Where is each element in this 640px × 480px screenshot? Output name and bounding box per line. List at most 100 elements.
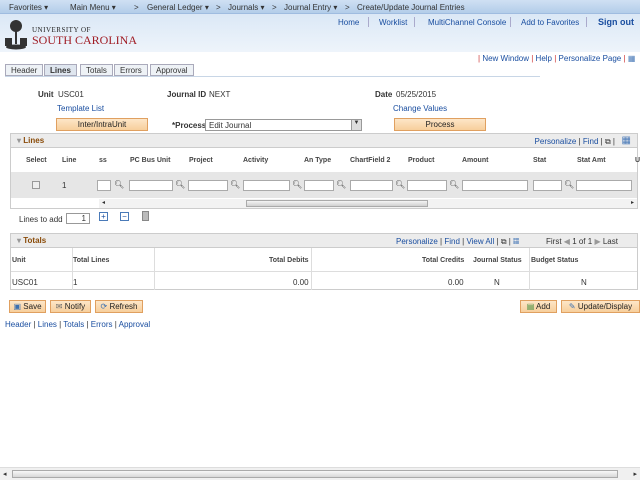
- footer-link-header[interactable]: Header: [5, 320, 31, 329]
- new-window-link[interactable]: New Window: [482, 54, 529, 63]
- select-checkbox[interactable]: [32, 181, 40, 189]
- totals-grid-header: ▾ Totals Personalize | Find | View All |…: [11, 234, 637, 248]
- refresh-button[interactable]: ⟳ Refresh: [95, 300, 143, 313]
- an-type-input[interactable]: [304, 180, 334, 191]
- lookup-icon[interactable]: 🔍︎: [114, 180, 124, 189]
- tab-errors[interactable]: Errors: [114, 64, 148, 76]
- breadcrumb-journals[interactable]: Journals ▾: [228, 3, 264, 12]
- download-excel-icon[interactable]: ▦: [622, 135, 631, 146]
- stat-amt-input[interactable]: [576, 180, 632, 191]
- page-range: 1 of 1: [572, 237, 593, 246]
- inter-intraunit-button[interactable]: Inter/IntraUnit: [56, 118, 148, 131]
- template-list-link[interactable]: Template List: [57, 104, 104, 113]
- zoom-grid-icon[interactable]: ⧉: [605, 137, 611, 146]
- stat-input[interactable]: [533, 180, 562, 191]
- lookup-icon[interactable]: 🔍︎: [395, 180, 405, 189]
- update-display-icon: ✎: [568, 302, 576, 311]
- next-icon[interactable]: ▶: [594, 237, 600, 246]
- add-row-icon[interactable]: +: [99, 212, 108, 221]
- product-input[interactable]: [407, 180, 447, 191]
- change-values-link[interactable]: Change Values: [393, 104, 447, 113]
- tab-approval[interactable]: Approval: [150, 64, 194, 76]
- help-link[interactable]: Help: [536, 54, 552, 63]
- zoom-grid-icon[interactable]: ⧉: [501, 237, 507, 246]
- amount-input[interactable]: [462, 180, 528, 191]
- home-link[interactable]: Home: [338, 18, 359, 27]
- update-display-button[interactable]: ✎ Update/Display: [561, 300, 640, 313]
- footer-link-errors[interactable]: Errors: [91, 320, 113, 329]
- lookup-icon[interactable]: 🔍︎: [336, 180, 346, 189]
- tab-lines[interactable]: Lines: [44, 64, 77, 76]
- activity-input[interactable]: [243, 180, 290, 191]
- col-line: Line: [62, 157, 77, 164]
- breadcrumb-sep: >: [345, 3, 350, 12]
- lookup-icon[interactable]: 🔍︎: [564, 180, 574, 189]
- scrollbar-thumb[interactable]: [12, 470, 618, 478]
- scroll-right-icon[interactable]: ▸: [633, 470, 637, 478]
- scroll-left-icon[interactable]: ◂: [3, 470, 7, 478]
- table-row: 1 🔍︎ 🔍︎ 🔍︎ 🔍︎ 🔍︎ 🔍︎ 🔍︎ 🔍︎: [11, 172, 637, 198]
- find-link[interactable]: Find: [583, 137, 599, 146]
- lines-to-add-input[interactable]: 1: [66, 213, 90, 224]
- totals-grid-title[interactable]: ▾ Totals: [17, 236, 46, 245]
- delete-row-icon[interactable]: −: [120, 212, 129, 221]
- palmetto-logo-icon: [3, 18, 29, 50]
- line-number: 1: [62, 181, 67, 190]
- first-label: First: [546, 237, 562, 246]
- chartfield-2-input[interactable]: [350, 180, 393, 191]
- ss-input[interactable]: [97, 180, 111, 191]
- main-menu[interactable]: Main Menu ▾: [70, 3, 116, 12]
- find-link[interactable]: Find: [444, 237, 460, 246]
- pc-bus-unit-input[interactable]: [129, 180, 173, 191]
- scroll-right-icon[interactable]: ▸: [631, 199, 634, 206]
- add-button[interactable]: ▤ Add: [520, 300, 557, 313]
- personalize-link[interactable]: Personalize: [396, 237, 438, 246]
- process-select-value: Edit Journal: [209, 121, 252, 130]
- lookup-icon[interactable]: 🔍︎: [449, 180, 459, 189]
- budget-status-cell: N: [581, 278, 587, 287]
- col-pc-bus-unit: PC Bus Unit: [130, 157, 171, 164]
- footer-link-approval[interactable]: Approval: [119, 320, 151, 329]
- personalize-page-link[interactable]: Personalize Page: [559, 54, 622, 63]
- lines-grid-title[interactable]: ▾ Lines: [17, 136, 44, 145]
- notify-button[interactable]: ✉ Notify: [50, 300, 91, 313]
- process-select[interactable]: Edit Journal ▼: [205, 119, 362, 131]
- footer-link-lines[interactable]: Lines: [38, 320, 57, 329]
- calculator-icon[interactable]: [142, 211, 149, 221]
- breadcrumb-sep: >: [134, 3, 139, 12]
- header-banner: UNIVERSITY OF SOUTH CAROLINA Home Workli…: [0, 14, 640, 52]
- unit-label: Unit: [38, 90, 54, 99]
- page-horizontal-scrollbar[interactable]: ◂ ▸: [0, 467, 640, 480]
- unit-value: USC01: [58, 90, 84, 99]
- col-ss: ss: [99, 157, 107, 164]
- footer-link-totals[interactable]: Totals: [63, 320, 84, 329]
- favorites-menu[interactable]: Favorites ▾: [9, 3, 48, 12]
- process-button[interactable]: Process: [394, 118, 486, 131]
- multichannel-console-link[interactable]: MultiChannel Console: [428, 18, 506, 27]
- tab-totals[interactable]: Totals: [80, 64, 113, 76]
- add-to-favorites-link[interactable]: Add to Favorites: [521, 18, 579, 27]
- lookup-icon[interactable]: 🔍︎: [230, 180, 240, 189]
- scroll-left-icon[interactable]: ◂: [102, 199, 105, 206]
- page-settings-icon[interactable]: ▦: [628, 54, 636, 63]
- view-all-link[interactable]: View All: [466, 237, 494, 246]
- lookup-icon[interactable]: 🔍︎: [175, 180, 185, 189]
- save-button[interactable]: ▣ Save: [9, 300, 46, 313]
- project-input[interactable]: [188, 180, 228, 191]
- sign-out-link[interactable]: Sign out: [598, 17, 634, 27]
- lines-grid: ▾ Lines Personalize | Find | ⧉ | ▦ Selec…: [10, 133, 640, 209]
- scrollbar-thumb[interactable]: [246, 200, 428, 207]
- personalize-link[interactable]: Personalize: [535, 137, 577, 146]
- total-credits-cell: 0.00: [448, 278, 464, 287]
- download-excel-icon[interactable]: ▦: [513, 237, 519, 246]
- journal-id-label: Journal ID: [167, 90, 207, 99]
- breadcrumb-general-ledger[interactable]: General Ledger ▾: [147, 3, 209, 12]
- lookup-icon[interactable]: 🔍︎: [292, 180, 302, 189]
- previous-icon[interactable]: ◀: [564, 237, 570, 246]
- worklist-link[interactable]: Worklist: [379, 18, 407, 27]
- horizontal-scrollbar[interactable]: ◂ ▸: [99, 199, 637, 208]
- last-label: Last: [602, 237, 618, 246]
- col-chartfield-2: ChartField 2: [350, 157, 391, 164]
- breadcrumb-journal-entry[interactable]: Journal Entry ▾: [284, 3, 337, 12]
- tab-header[interactable]: Header: [5, 64, 44, 76]
